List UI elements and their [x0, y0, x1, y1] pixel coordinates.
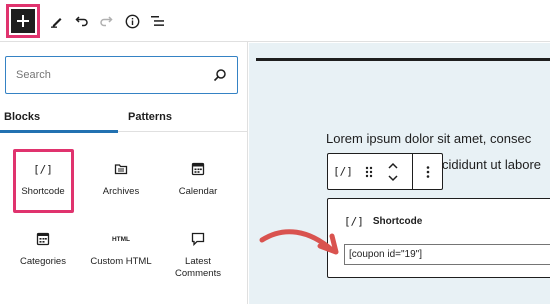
block-item-label: Archives	[102, 186, 140, 197]
separator-block[interactable]	[256, 58, 550, 61]
categories-icon	[11, 228, 75, 250]
block-item-archives[interactable]: Archives	[89, 158, 153, 198]
tab-blocks-label: Blocks	[4, 111, 41, 123]
block-item-latest-comments[interactable]: Latest Comments	[166, 228, 230, 280]
move-up-down-icon	[388, 162, 398, 181]
drag-handle-icon	[365, 166, 373, 177]
redo-icon	[100, 16, 113, 27]
block-item-label: Categories	[20, 256, 66, 267]
archive-folder-icon	[89, 158, 153, 180]
add-block-highlight	[6, 4, 40, 38]
inserter-tabs: Blocks Patterns	[0, 102, 247, 133]
block-item-shortcode[interactable]: [/] Shortcode	[11, 158, 75, 198]
undo-icon	[75, 16, 88, 27]
search-box	[5, 56, 238, 94]
shortcode-text-input[interactable]	[344, 244, 550, 265]
shortcode-block-title: Shortcode	[372, 216, 423, 227]
block-item-calendar[interactable]: Calendar	[166, 158, 230, 198]
block-item-label: Calendar	[178, 186, 218, 197]
tab-blocks[interactable]: Blocks	[0, 102, 118, 133]
drag-handle-button[interactable]	[358, 154, 380, 189]
shortcode-block[interactable]: [/] Shortcode	[327, 198, 550, 278]
details-button[interactable]	[120, 5, 144, 37]
tab-patterns[interactable]: Patterns	[128, 102, 228, 132]
comment-icon	[166, 228, 230, 250]
shortcode-icon: [/]	[344, 215, 364, 228]
paragraph-line-2[interactable]: cididunt ut labore	[442, 155, 541, 174]
block-item-custom-html[interactable]: HTML Custom HTML	[89, 228, 153, 268]
redo-button[interactable]	[94, 5, 118, 37]
search-input[interactable]	[16, 57, 196, 92]
list-view-icon	[151, 16, 164, 26]
block-item-label: Latest Comments	[175, 256, 221, 279]
block-inserter-panel: Blocks Patterns [/] Shortcode Archives	[0, 42, 248, 304]
paragraph-line-1[interactable]: Lorem ipsum dolor sit amet, consec	[326, 129, 550, 148]
add-block-button[interactable]	[11, 9, 35, 33]
block-item-label: Custom HTML	[90, 256, 152, 267]
more-options-button[interactable]	[413, 154, 443, 189]
block-toolbar: [/]	[327, 153, 443, 190]
move-up-down-button[interactable]	[380, 154, 406, 189]
annotation-arrow-icon	[259, 229, 339, 255]
shortcode-glyph: [/]	[33, 162, 53, 176]
html-glyph: HTML	[111, 235, 131, 243]
shortcode-icon: [/]	[333, 165, 353, 178]
plus-icon	[17, 15, 29, 27]
tab-patterns-label: Patterns	[128, 111, 173, 123]
list-view-button[interactable]	[146, 5, 170, 37]
block-item-label: Shortcode	[21, 186, 65, 197]
edit-tool-button[interactable]	[44, 5, 70, 37]
search-icon[interactable]	[212, 67, 228, 83]
block-type-button[interactable]: [/]	[328, 154, 358, 189]
block-item-categories[interactable]: Categories	[11, 228, 75, 268]
calendar-icon	[166, 158, 230, 180]
pencil-icon	[51, 18, 62, 28]
undo-button[interactable]	[70, 5, 94, 37]
shortcode-icon: [/]	[11, 158, 75, 180]
shortcode-block-header: [/] Shortcode	[344, 215, 422, 228]
top-toolbar	[0, 0, 550, 42]
info-icon	[125, 14, 139, 28]
html-icon: HTML	[89, 228, 153, 250]
more-options-icon	[426, 165, 430, 178]
